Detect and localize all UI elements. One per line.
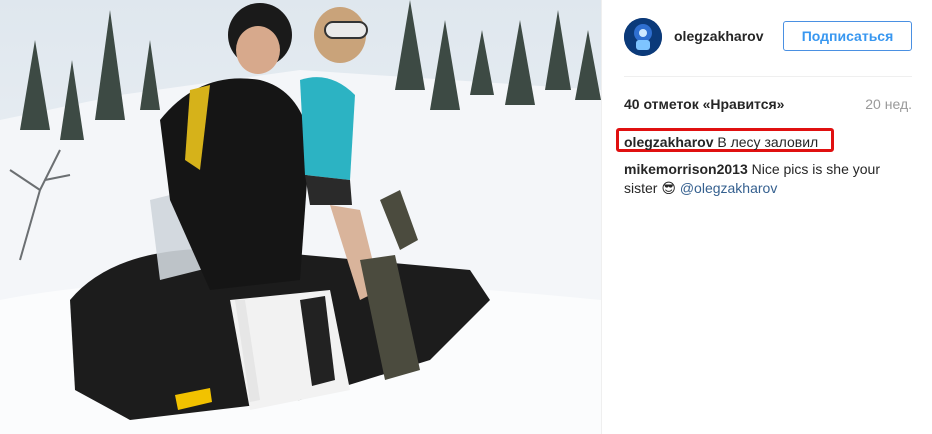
post-container: olegzakharov Подписаться 40 отметок «Нра… [0, 0, 932, 434]
sunglasses-emoji-icon: 😎 [661, 180, 676, 196]
post-header: olegzakharov Подписаться [602, 0, 932, 76]
likes-row: 40 отметок «Нравится» 20 нед. [624, 96, 912, 114]
follow-button[interactable]: Подписаться [783, 21, 912, 51]
likes-count[interactable]: 40 отметок «Нравится» [624, 96, 784, 112]
author-username[interactable]: olegzakharov [674, 28, 763, 44]
post-photo[interactable] [0, 0, 601, 434]
comment-item: mikemorrison2013 Nice pics is she your s… [624, 160, 914, 198]
post-sidebar: olegzakharov Подписаться 40 отметок «Нра… [602, 0, 932, 434]
caption-text: В лесу заловил [717, 134, 819, 150]
avatar-icon[interactable] [624, 18, 662, 56]
post-caption: olegzakharov В лесу заловил [624, 134, 818, 150]
caption-username[interactable]: olegzakharov [624, 134, 713, 150]
comment-mention-link[interactable]: @olegzakharov [680, 180, 778, 196]
post-time-ago[interactable]: 20 нед. [865, 96, 912, 112]
snowmobile-photo-art [0, 0, 601, 434]
comment-username[interactable]: mikemorrison2013 [624, 161, 748, 177]
header-divider [624, 76, 912, 77]
